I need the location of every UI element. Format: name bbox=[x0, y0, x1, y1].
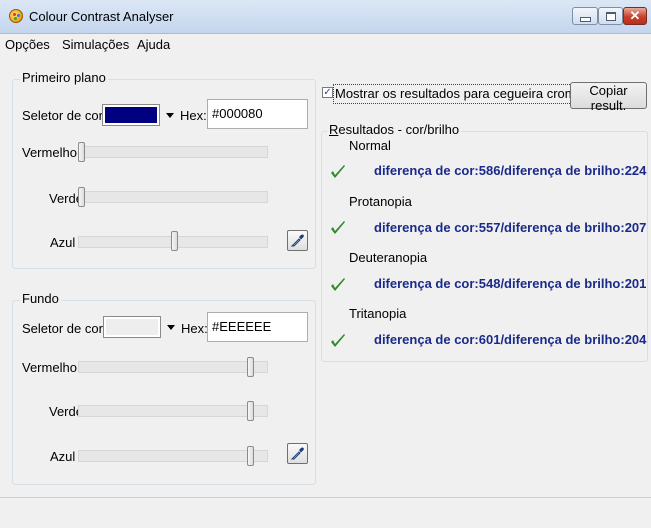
background-blue-thumb[interactable] bbox=[247, 446, 254, 466]
result-text-protanopia: diferença de cor:557/diferença de brilho… bbox=[374, 220, 647, 235]
result-text-tritanopia: diferença de cor:601/diferença de brilho… bbox=[374, 332, 647, 347]
check-icon bbox=[331, 165, 345, 178]
result-name-normal: Normal bbox=[349, 138, 391, 153]
foreground-blue-thumb[interactable] bbox=[171, 231, 178, 251]
background-blue-slider[interactable] bbox=[78, 450, 268, 462]
title-bar: Colour Contrast Analyser ✕ bbox=[0, 0, 651, 34]
menu-simulacoes[interactable]: Simulações bbox=[62, 37, 129, 52]
menu-ajuda[interactable]: Ajuda bbox=[137, 37, 170, 52]
maximize-icon bbox=[605, 11, 616, 21]
background-red-thumb[interactable] bbox=[247, 357, 254, 377]
foreground-hex-input[interactable]: #000080 bbox=[207, 99, 308, 129]
results-legend: Resultados - cor/brilho bbox=[327, 122, 462, 137]
minimize-button[interactable] bbox=[572, 7, 598, 25]
results-legend-mnemonic: R bbox=[329, 122, 339, 137]
foreground-red-slider[interactable] bbox=[78, 146, 268, 158]
maximize-button[interactable] bbox=[598, 7, 623, 25]
background-hex-label: Hex: bbox=[181, 321, 208, 336]
menu-opcoes[interactable]: Opções bbox=[5, 37, 50, 52]
result-text-deuteranopia: diferença de cor:548/diferença de brilho… bbox=[374, 276, 647, 291]
foreground-swatch-fill bbox=[105, 107, 157, 123]
close-icon: ✕ bbox=[629, 8, 641, 23]
background-blue-label: Azul bbox=[50, 449, 76, 464]
window-title: Colour Contrast Analyser bbox=[29, 9, 174, 24]
status-bar bbox=[0, 497, 651, 528]
result-text-normal: diferença de cor:586/diferença de brilho… bbox=[374, 163, 647, 178]
foreground-dropdown-arrow-icon[interactable] bbox=[166, 113, 174, 118]
check-icon bbox=[331, 221, 345, 234]
background-dropdown-arrow-icon[interactable] bbox=[167, 325, 175, 330]
background-eyedropper-button[interactable] bbox=[287, 443, 308, 464]
copy-results-button[interactable]: Copiar result. bbox=[570, 82, 647, 113]
background-legend: Fundo bbox=[20, 291, 61, 306]
foreground-red-label: Vermelho bbox=[22, 145, 77, 160]
foreground-green-slider[interactable] bbox=[78, 191, 268, 203]
foreground-legend: Primeiro plano bbox=[20, 70, 108, 85]
foreground-eyedropper-button[interactable] bbox=[287, 230, 308, 251]
foreground-hex-label: Hex: bbox=[180, 108, 207, 123]
results-legend-text: esultados - cor/brilho bbox=[338, 122, 460, 137]
background-green-thumb[interactable] bbox=[247, 401, 254, 421]
foreground-red-thumb[interactable] bbox=[78, 142, 85, 162]
check-icon bbox=[331, 278, 345, 291]
foreground-green-thumb[interactable] bbox=[78, 187, 85, 207]
check-icon bbox=[331, 334, 345, 347]
minimize-icon bbox=[579, 16, 591, 22]
colorblind-checkbox[interactable]: ✓ bbox=[322, 87, 333, 98]
background-swatch-fill bbox=[106, 319, 158, 335]
background-hex-input[interactable]: #EEEEEE bbox=[207, 312, 308, 342]
result-name-protanopia: Protanopia bbox=[349, 194, 412, 209]
foreground-blue-label: Azul bbox=[50, 235, 76, 250]
palette-icon bbox=[9, 9, 23, 23]
background-green-slider[interactable] bbox=[78, 405, 268, 417]
result-name-tritanopia: Tritanopia bbox=[349, 306, 407, 321]
eyedropper-icon bbox=[290, 447, 304, 460]
checkbox-check-icon: ✓ bbox=[323, 87, 332, 98]
foreground-color-swatch[interactable] bbox=[102, 104, 160, 126]
background-color-swatch[interactable] bbox=[103, 316, 161, 338]
background-red-label: Vermelho bbox=[22, 360, 77, 375]
result-name-deuteranopia: Deuteranopia bbox=[349, 250, 428, 265]
background-picker-label: Seletor de cor: bbox=[22, 321, 107, 336]
menu-bar: Opções Simulações Ajuda bbox=[0, 34, 651, 54]
background-red-slider[interactable] bbox=[78, 361, 268, 373]
foreground-picker-label: Seletor de cor: bbox=[22, 108, 107, 123]
colorblind-checkbox-label[interactable]: Mostrar os resultados para cegueira crom… bbox=[333, 84, 598, 104]
eyedropper-icon bbox=[290, 234, 304, 247]
close-button[interactable]: ✕ bbox=[623, 7, 647, 25]
